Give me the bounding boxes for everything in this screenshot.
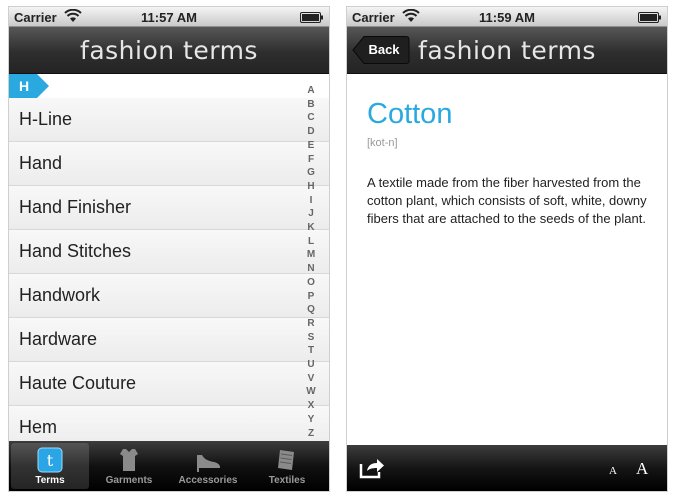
right-screen: Carrier 11:59 AM Back fashion terms Cott… [347, 7, 667, 491]
left-screen: Carrier 11:57 AM fashion terms H H-Line … [9, 7, 329, 491]
tab-textiles[interactable]: Textiles [248, 443, 326, 489]
status-time: 11:59 AM [479, 10, 535, 25]
index-letter[interactable]: D [305, 125, 317, 139]
index-letter[interactable]: C [305, 111, 317, 125]
app-title: fashion terms [80, 36, 258, 65]
list-item[interactable]: Haute Couture [9, 362, 329, 406]
index-letter[interactable]: O [305, 276, 317, 290]
index-letter[interactable]: Y [305, 413, 317, 427]
index-letter[interactable]: G [305, 166, 317, 180]
index-letter[interactable]: P [305, 290, 317, 304]
index-letter[interactable]: N [305, 262, 317, 276]
index-letter[interactable]: E [305, 139, 317, 153]
svg-text:t: t [47, 451, 54, 470]
index-letter[interactable]: J [305, 207, 317, 221]
list-item[interactable]: H-Line [9, 98, 329, 142]
shoe-icon [169, 447, 247, 473]
index-letter[interactable]: L [305, 235, 317, 249]
pronunciation: [kot-n] [367, 137, 398, 149]
battery-icon [638, 11, 662, 26]
definition-text: A textile made from the fiber harvested … [367, 175, 647, 226]
index-letter[interactable]: M [305, 248, 317, 262]
term-title: Cotton [367, 98, 453, 130]
tab-bar: t Terms Garments Accessories Textiles [9, 441, 329, 491]
nav-bar: Back fashion terms [347, 27, 667, 74]
status-time: 11:57 AM [141, 10, 197, 25]
decrease-font-button[interactable]: A [609, 465, 617, 477]
list-item[interactable]: Hardware [9, 318, 329, 362]
index-letter[interactable]: X [305, 399, 317, 413]
terms-list: H-Line Hand Hand Finisher Hand Stitches … [9, 98, 329, 450]
tab-terms[interactable]: t Terms [11, 443, 89, 489]
status-bar: Carrier 11:59 AM [347, 7, 667, 27]
index-letter[interactable]: K [305, 221, 317, 235]
term-detail: Cotton [kot-n] A textile made from the f… [347, 74, 667, 441]
textile-icon [248, 447, 326, 473]
index-letter[interactable]: H [305, 180, 317, 194]
index-letter[interactable]: F [305, 153, 317, 167]
index-letter[interactable]: T [305, 344, 317, 358]
index-letter[interactable]: A [305, 84, 317, 98]
app-title: fashion terms [418, 36, 596, 65]
battery-icon [300, 11, 324, 26]
tab-accessories[interactable]: Accessories [169, 443, 247, 489]
tab-label: Textiles [268, 475, 306, 486]
status-bar: Carrier 11:57 AM [9, 7, 329, 27]
tab-label: Garments [105, 475, 153, 486]
index-letter[interactable]: S [305, 331, 317, 345]
bottom-toolbar: A A [347, 445, 667, 491]
index-letter[interactable]: I [305, 194, 317, 208]
tab-label: Terms [35, 475, 65, 486]
index-letter[interactable]: B [305, 98, 317, 112]
list-item[interactable]: Hand [9, 142, 329, 186]
section-index[interactable]: A B C D E F G H I J K L M N O P Q R S T … [305, 84, 317, 440]
tab-garments[interactable]: Garments [90, 443, 168, 489]
section-header [9, 74, 329, 98]
list-item[interactable]: Hand Stitches [9, 230, 329, 274]
list-item[interactable]: Hand Finisher [9, 186, 329, 230]
index-letter[interactable]: V [305, 372, 317, 386]
tab-label: Accessories [178, 475, 238, 486]
terms-icon: t [11, 447, 89, 473]
index-letter[interactable]: R [305, 317, 317, 331]
index-letter[interactable]: W [305, 385, 317, 399]
increase-font-button[interactable]: A [636, 459, 648, 479]
index-letter[interactable]: Z [305, 427, 317, 441]
garment-icon [90, 447, 168, 473]
list-item[interactable]: Handwork [9, 274, 329, 318]
share-icon[interactable] [359, 456, 385, 480]
index-letter[interactable]: U [305, 358, 317, 372]
nav-bar: fashion terms [9, 27, 329, 74]
index-letter[interactable]: Q [305, 303, 317, 317]
